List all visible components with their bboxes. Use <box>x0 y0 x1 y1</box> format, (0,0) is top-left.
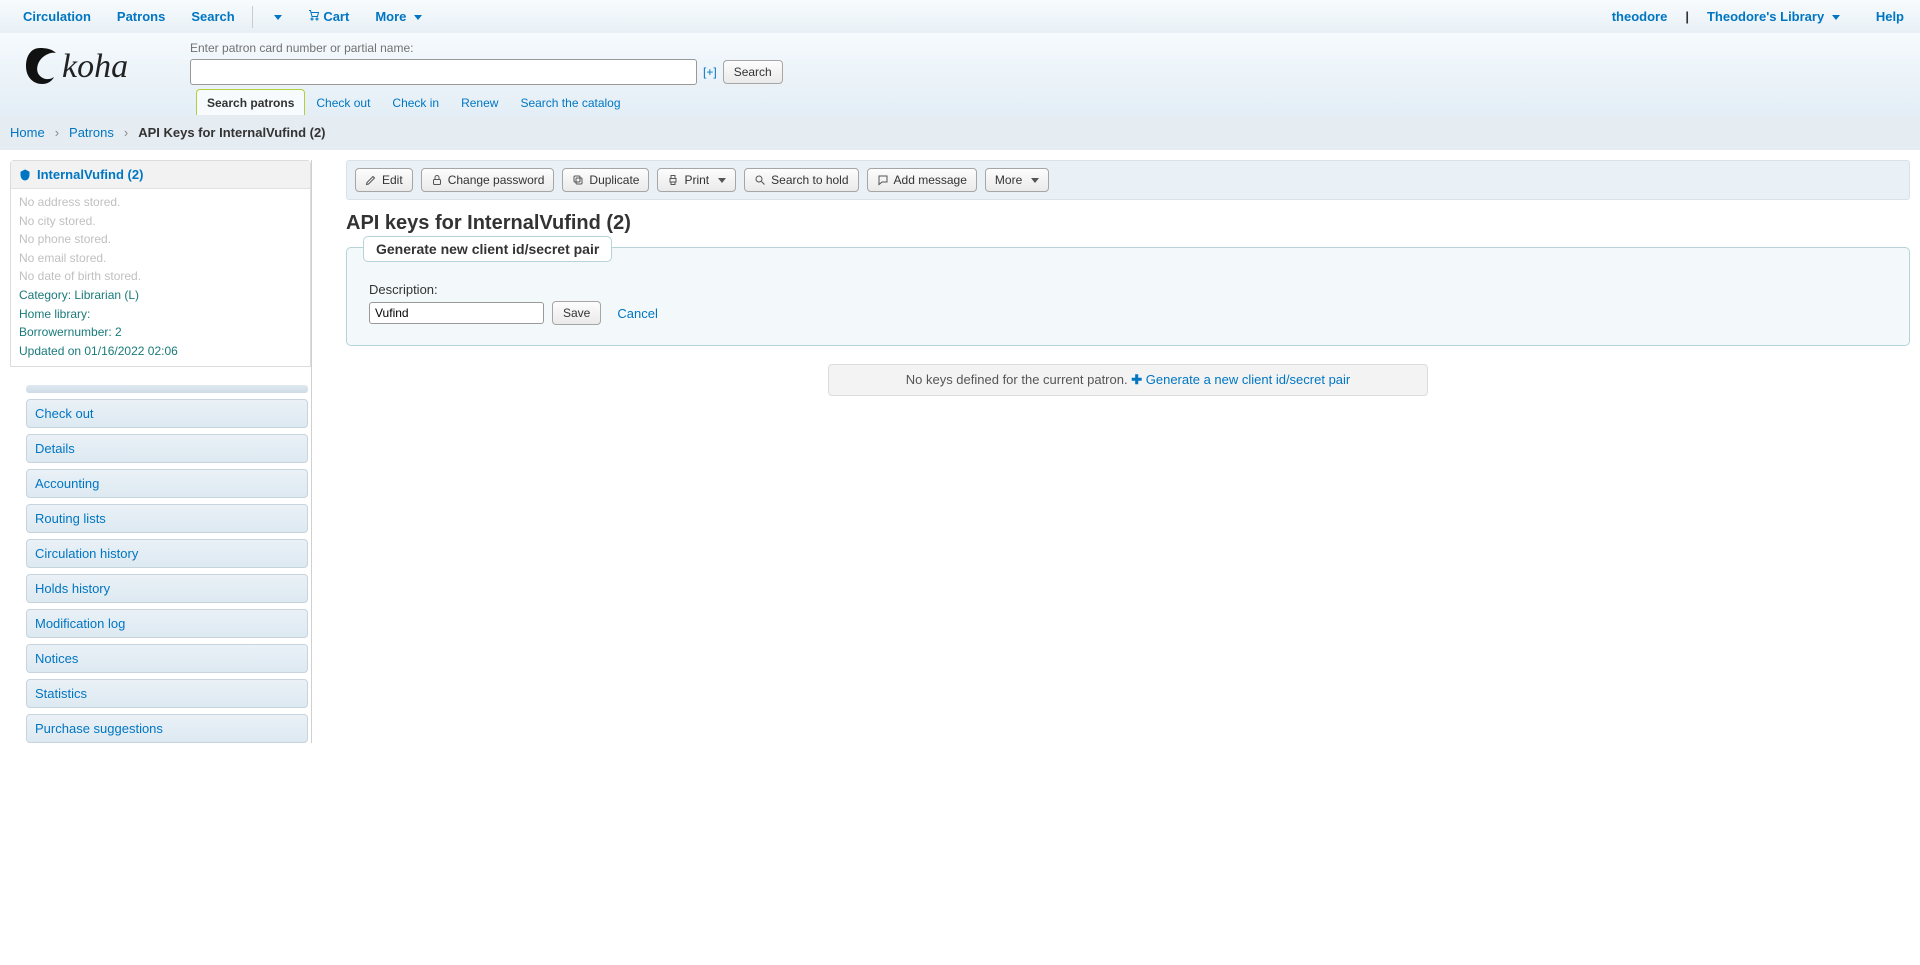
description-input[interactable] <box>369 302 544 324</box>
caret-down-icon <box>274 15 282 20</box>
top-nav: Circulation Patrons Search Cart More the… <box>0 0 1920 33</box>
sidemenu-accounting[interactable]: Accounting <box>27 470 307 497</box>
lock-icon <box>431 174 443 186</box>
patron-toolbar: Edit Change password Duplicate Print Sea… <box>346 160 1910 200</box>
tab-search-catalog[interactable]: Search the catalog <box>509 89 631 115</box>
caret-down-icon <box>1832 15 1840 20</box>
koha-logo: koha <box>0 36 190 86</box>
chevron-right-icon: › <box>124 125 128 140</box>
nav-right: theodore | Theodore's Library Help <box>1606 9 1910 24</box>
sidemenu-statistics[interactable]: Statistics <box>27 680 307 707</box>
shield-icon <box>19 169 31 181</box>
patron-updated: Updated on 01/16/2022 02:06 <box>19 342 302 361</box>
add-message-button[interactable]: Add message <box>867 168 977 192</box>
patron-no-dob: No date of birth stored. <box>19 267 302 286</box>
search-area: Enter patron card number or partial name… <box>190 36 783 114</box>
print-button[interactable]: Print <box>657 168 736 192</box>
toolbar-more-button[interactable]: More <box>985 168 1049 192</box>
patron-no-city: No city stored. <box>19 212 302 231</box>
cancel-link[interactable]: Cancel <box>617 306 657 321</box>
patron-name-link[interactable]: InternalVufind (2) <box>37 167 143 182</box>
search-button[interactable]: Search <box>723 60 783 84</box>
sidemenu-purchase-suggestions[interactable]: Purchase suggestions <box>27 715 307 742</box>
patron-search-input[interactable] <box>190 59 697 85</box>
sidemenu-circulation-history[interactable]: Circulation history <box>27 540 307 567</box>
page-title: API keys for InternalVufind (2) <box>346 212 1910 235</box>
patron-card: InternalVufind (2) No address stored. No… <box>10 160 311 367</box>
patron-no-phone: No phone stored. <box>19 230 302 249</box>
print-icon <box>667 174 679 186</box>
search-to-hold-button[interactable]: Search to hold <box>744 168 858 192</box>
nav-search-caret[interactable] <box>257 9 295 24</box>
caret-down-icon <box>414 15 422 20</box>
nav-user[interactable]: theodore <box>1606 9 1674 24</box>
comment-icon <box>877 174 889 186</box>
content: Edit Change password Duplicate Print Sea… <box>346 160 1910 396</box>
change-password-button[interactable]: Change password <box>421 168 555 192</box>
svg-text:koha: koha <box>62 48 128 85</box>
generate-fieldset: Generate new client id/secret pair Descr… <box>346 247 1910 346</box>
search-tabs: Search patrons Check out Check in Renew … <box>190 88 783 114</box>
side-menu: Check out Details Accounting Routing lis… <box>10 399 311 743</box>
cart-icon <box>308 9 320 21</box>
save-button[interactable]: Save <box>552 301 601 325</box>
fieldset-legend: Generate new client id/secret pair <box>363 236 612 262</box>
description-label: Description: <box>369 282 1887 297</box>
sidemenu-details[interactable]: Details <box>27 435 307 462</box>
patron-card-head: InternalVufind (2) <box>11 161 310 189</box>
nav-divider <box>252 6 253 28</box>
plus-icon: ✚ <box>1131 372 1142 387</box>
patron-borrowernumber: Borrowernumber: 2 <box>19 323 302 342</box>
caret-down-icon <box>718 178 726 183</box>
tab-search-patrons[interactable]: Search patrons <box>196 89 305 115</box>
pencil-icon <box>365 174 377 186</box>
chevron-right-icon: › <box>55 125 59 140</box>
crumb-home[interactable]: Home <box>10 125 45 140</box>
breadcrumb: Home › Patrons › API Keys for InternalVu… <box>0 115 1920 150</box>
tab-check-out[interactable]: Check out <box>305 89 381 115</box>
sidemenu-holds-history[interactable]: Holds history <box>27 575 307 602</box>
sidemenu-notices[interactable]: Notices <box>27 645 307 672</box>
copy-icon <box>572 174 584 186</box>
patron-card-body: No address stored. No city stored. No ph… <box>11 189 310 366</box>
search-expand[interactable]: [+] <box>701 65 719 79</box>
nav-left: Circulation Patrons Search Cart More <box>10 6 435 28</box>
tab-renew[interactable]: Renew <box>450 89 509 115</box>
sidemenu-modification-log[interactable]: Modification log <box>27 610 307 637</box>
no-keys-infobar: No keys defined for the current patron. … <box>828 364 1428 396</box>
nav-more[interactable]: More <box>362 9 435 24</box>
main: InternalVufind (2) No address stored. No… <box>0 150 1920 773</box>
header-band: koha Enter patron card number or partial… <box>0 33 1920 115</box>
patron-no-address: No address stored. <box>19 193 302 212</box>
sidebar-strip <box>26 385 308 393</box>
tab-check-in[interactable]: Check in <box>381 89 450 115</box>
sidemenu-routing-lists[interactable]: Routing lists <box>27 505 307 532</box>
no-keys-text: No keys defined for the current patron. <box>906 372 1128 387</box>
patron-no-email: No email stored. <box>19 249 302 268</box>
sidemenu-check-out[interactable]: Check out <box>27 400 307 427</box>
duplicate-button[interactable]: Duplicate <box>562 168 649 192</box>
nav-sep: | <box>1679 9 1695 24</box>
crumb-current: API Keys for InternalVufind (2) <box>138 125 325 140</box>
crumb-patrons[interactable]: Patrons <box>69 125 114 140</box>
patron-category: Category: Librarian (L) <box>19 286 302 305</box>
search-label: Enter patron card number or partial name… <box>190 41 783 59</box>
generate-key-link[interactable]: ✚ Generate a new client id/secret pair <box>1131 372 1350 387</box>
caret-down-icon <box>1031 178 1039 183</box>
patron-home-library: Home library: <box>19 305 302 324</box>
search-icon <box>754 174 766 186</box>
nav-library[interactable]: Theodore's Library <box>1701 9 1846 24</box>
nav-help[interactable]: Help <box>1870 9 1910 24</box>
nav-circulation[interactable]: Circulation <box>10 9 104 24</box>
edit-button[interactable]: Edit <box>355 168 413 192</box>
nav-search[interactable]: Search <box>178 9 247 24</box>
nav-patrons[interactable]: Patrons <box>104 9 178 24</box>
nav-cart[interactable]: Cart <box>295 9 363 24</box>
sidebar: InternalVufind (2) No address stored. No… <box>10 160 312 743</box>
